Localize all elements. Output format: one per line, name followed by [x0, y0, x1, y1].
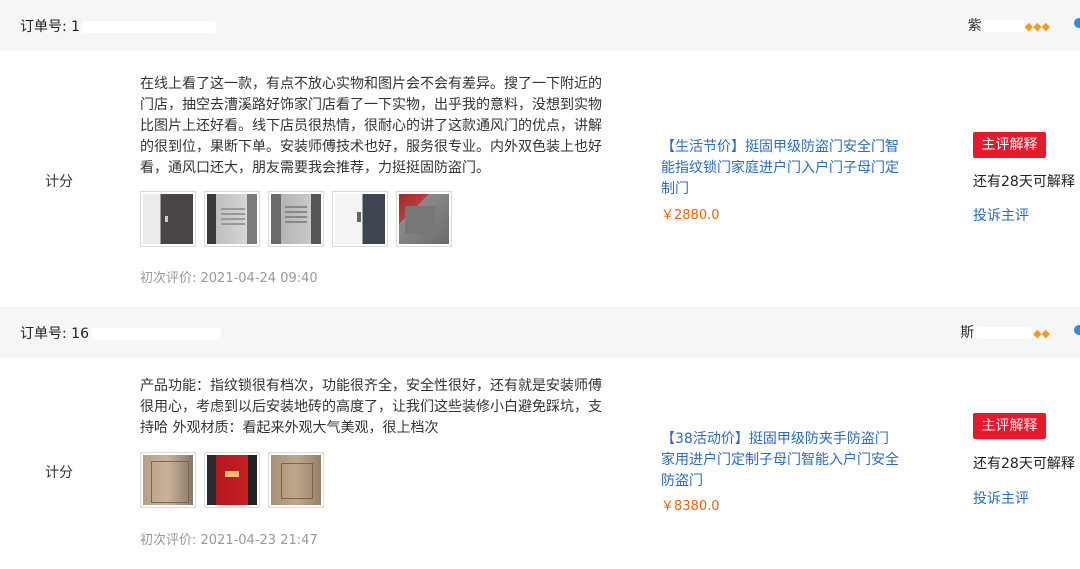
redacted-strip	[976, 327, 1033, 339]
review-photo[interactable]	[204, 191, 260, 247]
complain-review-link[interactable]: 投诉主评	[973, 205, 1029, 225]
redacted-strip	[90, 328, 221, 340]
remaining-days-text: 还有28天可解释	[973, 456, 1075, 472]
score-label: 计分	[45, 174, 73, 190]
review-photo[interactable]	[140, 191, 196, 247]
review-photo[interactable]	[268, 452, 324, 508]
review-date: 初次评价: 2021-04-24 09:40	[140, 271, 318, 286]
review-photo[interactable]	[204, 452, 260, 508]
product-title-link[interactable]: 【生活节价】挺固甲级防盗门安全门智能指纹锁门家庭进户门入户门子母门定制门	[661, 137, 901, 200]
review-text: 产品功能：指纹锁很有档次，功能很齐全，安全性很好，还有就是安装师傅很用心，考虑到…	[140, 378, 602, 436]
review-photo[interactable]	[332, 191, 388, 247]
review-date: 初次评价: 2021-04-23 21:47	[140, 533, 318, 548]
photo-gallery	[140, 191, 452, 247]
reply-explanation-button[interactable]: 主评解释	[973, 132, 1046, 158]
order-body: 计分 产品功能：指纹锁很有档次，功能很齐全，安全性很好，还有就是安装师傅很用心，…	[0, 358, 1080, 569]
order-number-label: 订单号: 16	[20, 326, 89, 342]
buyer-name: 斯	[960, 325, 975, 341]
review-text: 在线上看了这一款，有点不放心实物和图片会不会有差异。搜了一下附近的门店，抽空去漕…	[140, 76, 602, 176]
buyer-name: 紫	[967, 18, 982, 34]
review-photo[interactable]	[396, 191, 452, 247]
order-header: 订单号: 16 斯 ◆◆	[0, 307, 1080, 358]
diamond-icon: ◆◆◆	[1024, 20, 1050, 33]
review-photo[interactable]	[268, 191, 324, 247]
review-photo[interactable]	[140, 452, 196, 508]
order-number: 订单号: 16	[20, 323, 221, 343]
product-title-link[interactable]: 【38活动价】挺固甲级防夹手防盗门家用进户门定制子母门智能入户门安全防盗门	[661, 429, 901, 492]
order-number: 订单号: 1	[20, 16, 217, 36]
buyer-info: 紫 ◆◆◆	[968, 15, 1050, 35]
buyer-info: 斯 ◆◆	[960, 322, 1050, 342]
order-body: 计分 在线上看了这一款，有点不放心实物和图片会不会有差异。搜了一下附近的门店，抽…	[0, 51, 1080, 307]
remaining-days-text: 还有28天可解释	[973, 174, 1075, 190]
order-card: 订单号: 16 斯 ◆◆ 计分 产品功能：指纹锁很有档次，功能很齐全，安全性很好，…	[0, 307, 1080, 569]
product-price: ￥2880.0	[661, 208, 720, 223]
photo-gallery	[140, 452, 324, 508]
complain-review-link[interactable]: 投诉主评	[973, 488, 1029, 508]
status-dot-icon	[1074, 325, 1080, 335]
status-dot-icon	[1074, 18, 1080, 28]
product-price: ￥8380.0	[661, 499, 720, 514]
diamond-icon: ◆◆	[1033, 327, 1050, 340]
score-label: 计分	[45, 465, 73, 481]
order-header: 订单号: 1 紫 ◆◆◆	[0, 0, 1080, 51]
redacted-strip	[983, 20, 1024, 32]
redacted-strip	[82, 21, 217, 33]
order-card: 订单号: 1 紫 ◆◆◆ 计分 在线上看了这一款，有点不放心实物和图片会不会有差异…	[0, 0, 1080, 307]
order-number-label: 订单号: 1	[20, 19, 81, 35]
reply-explanation-button[interactable]: 主评解释	[973, 413, 1046, 439]
